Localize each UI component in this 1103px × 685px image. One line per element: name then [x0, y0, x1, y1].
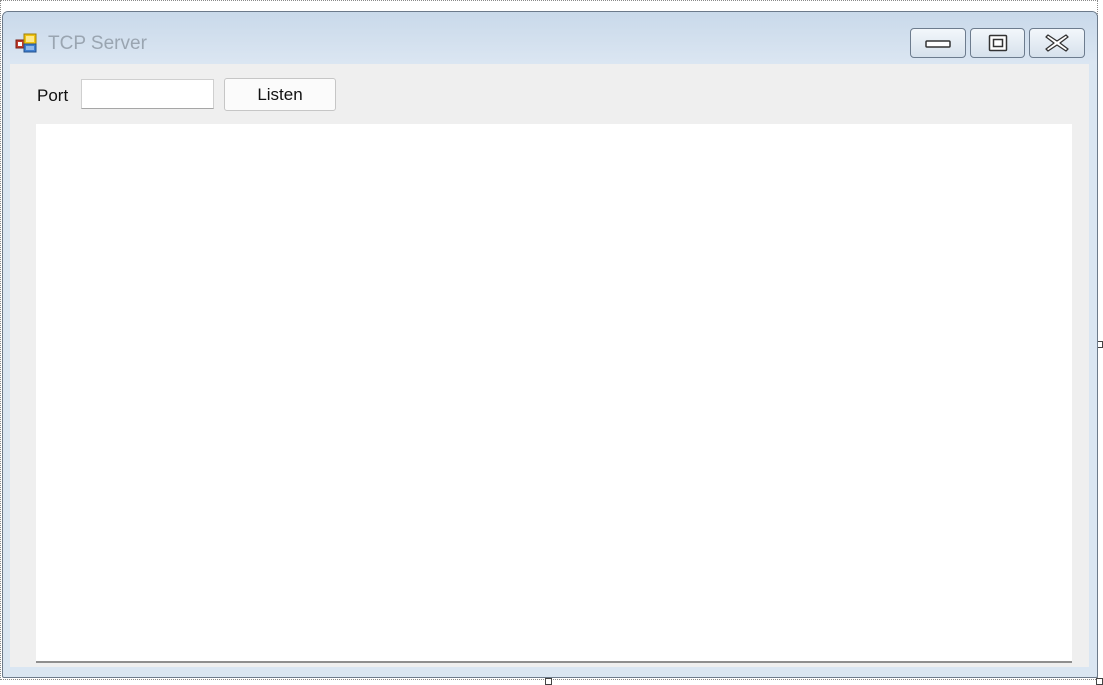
- form-client-area: Port Listen: [10, 64, 1089, 667]
- tcp-server-window: TCP Server Port Listen: [2, 11, 1098, 678]
- resize-grip-corner[interactable]: [1096, 678, 1103, 685]
- port-input[interactable]: [81, 79, 214, 109]
- windows-forms-app-icon[interactable]: [15, 33, 37, 53]
- maximize-icon: [988, 34, 1007, 52]
- resize-grip-bottom[interactable]: [545, 678, 552, 685]
- title-bar[interactable]: TCP Server: [3, 12, 1097, 64]
- output-textbox[interactable]: [36, 124, 1072, 663]
- close-button[interactable]: [1029, 28, 1085, 58]
- close-icon: [1045, 34, 1069, 52]
- minimize-button[interactable]: [910, 28, 966, 58]
- window-title: TCP Server: [48, 33, 147, 54]
- minimize-icon: [925, 40, 951, 48]
- maximize-button[interactable]: [970, 28, 1025, 58]
- listen-button[interactable]: Listen: [224, 78, 336, 111]
- port-label: Port: [37, 86, 69, 105]
